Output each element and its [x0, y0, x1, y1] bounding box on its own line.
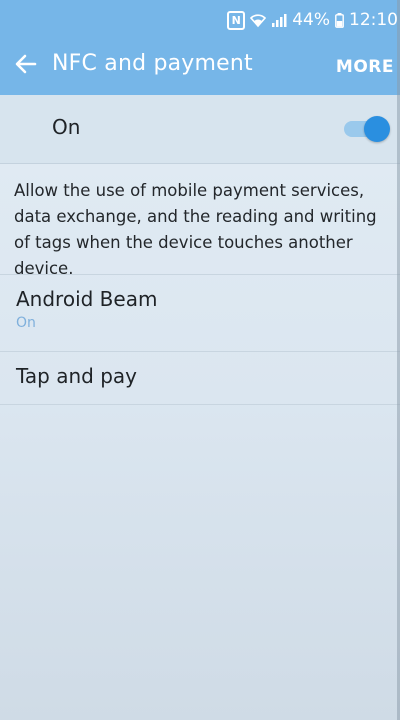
item-title: Tap and pay — [16, 364, 137, 388]
wifi-icon — [250, 12, 267, 28]
status-icons: N 44% 12:10 — [227, 10, 398, 30]
divider — [0, 404, 400, 405]
screen: N 44% 12:10 NFC and payment MORE On Allo… — [0, 0, 400, 720]
more-button[interactable]: MORE — [336, 57, 394, 77]
battery-percent: 44% — [292, 10, 330, 30]
list-item-tap-and-pay[interactable]: Tap and pay — [0, 352, 400, 404]
back-arrow-icon[interactable] — [12, 50, 40, 78]
nfc-icon: N — [227, 10, 246, 30]
battery-icon — [335, 12, 344, 28]
signal-icon — [271, 12, 287, 28]
status-time: 12:10 — [349, 10, 398, 30]
status-bar: N 44% 12:10 — [0, 0, 400, 40]
page-title: NFC and payment — [52, 51, 253, 76]
app-bar: NFC and payment MORE — [0, 40, 400, 95]
list-item-android-beam[interactable]: Android Beam On — [0, 275, 400, 351]
nfc-toggle-switch[interactable] — [342, 116, 390, 142]
toggle-thumb — [364, 116, 390, 142]
master-switch-label: On — [52, 115, 81, 139]
item-subtitle: On — [16, 315, 36, 331]
item-title: Android Beam — [16, 287, 158, 311]
master-switch-row[interactable]: On — [0, 95, 400, 164]
nfc-description: Allow the use of mobile payment services… — [14, 181, 377, 278]
